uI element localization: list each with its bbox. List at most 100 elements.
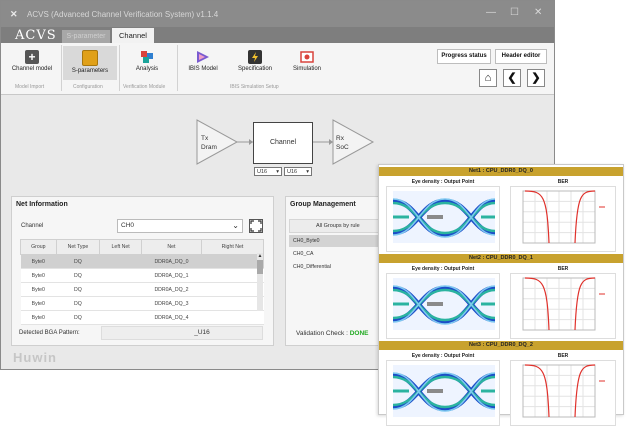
right-port-select[interactable]: U16 ▾	[284, 167, 312, 176]
column-header-net-type[interactable]: Net Type	[55, 239, 101, 255]
cell-group: Byte0	[20, 296, 57, 311]
ber-plot	[510, 186, 616, 252]
cell-right-net	[201, 310, 264, 325]
net-result-header: Net2 : CPU_DDR0_DQ_1	[379, 254, 623, 263]
plus-icon: +	[25, 50, 39, 64]
ber-graphic	[522, 277, 605, 331]
cell-group: Byte0	[20, 254, 57, 269]
table-row[interactable]: Byte0 DQ DDR0A_DQ_4	[20, 310, 264, 325]
ber-curve-left	[524, 277, 550, 331]
column-header-left-net[interactable]: Left Net	[99, 239, 142, 255]
channel-select[interactable]: CH0 ⌄	[117, 219, 243, 233]
eye-mask	[427, 389, 443, 393]
table-scrollbar[interactable]: ▲	[257, 253, 263, 311]
channel-block[interactable]: Channel	[253, 122, 313, 164]
home-icon: ⌂	[484, 72, 492, 84]
scrollbar-thumb[interactable]	[257, 260, 263, 274]
group-item-ca[interactable]: CH0_CA	[289, 248, 381, 260]
brand-name: ACVS	[15, 28, 57, 43]
watermark-logo: Huwin	[13, 350, 57, 365]
specification-label: Specification	[237, 66, 273, 72]
cell-left-net	[99, 268, 142, 283]
home-button[interactable]: ⌂	[479, 69, 497, 87]
cell-group: Byte0	[20, 282, 57, 297]
cell-left-net	[99, 310, 142, 325]
specification-button[interactable]: Specification	[229, 46, 281, 80]
eye-density-graphic	[392, 365, 496, 417]
group-list-header: All Groups by rule	[289, 219, 385, 233]
group-configuration: Configuration	[73, 84, 103, 90]
channel-model-button[interactable]: + Channel model	[7, 46, 57, 80]
ber-title: BER	[557, 266, 569, 272]
chevron-down-icon: ▾	[306, 169, 309, 175]
cell-net: DDR0A_DQ_4	[141, 310, 202, 325]
cell-net: DDR0A_DQ_3	[141, 296, 202, 311]
cell-left-net	[99, 282, 142, 297]
tab-s-parameter[interactable]: S-parameter	[62, 30, 110, 43]
cell-net-type: DQ	[56, 310, 100, 325]
cell-net: DDR0A_DQ_1	[141, 268, 202, 283]
s-parameters-button[interactable]: S-parameters	[63, 46, 117, 80]
analysis-label: Analysis	[135, 66, 159, 72]
s-parameters-label: S-parameters	[71, 68, 109, 74]
eye-mask	[427, 215, 443, 219]
back-button[interactable]: ❮	[503, 69, 521, 87]
left-port-value: U16	[257, 169, 268, 175]
column-header-net[interactable]: Net	[140, 239, 202, 255]
cell-net-type: DQ	[56, 254, 100, 269]
ber-curve-right	[574, 277, 596, 331]
cell-net-type: DQ	[56, 268, 100, 283]
ber-curve-left	[524, 364, 550, 418]
ibis-model-label: IBIS Model	[188, 66, 218, 72]
divider	[61, 45, 62, 91]
ber-curve-right	[574, 190, 596, 244]
window-title: ACVS (Advanced Channel Verification Syst…	[27, 10, 219, 19]
divider	[119, 45, 120, 91]
table-row[interactable]: Byte0 DQ DDR0A_DQ_0	[20, 254, 264, 269]
table-row[interactable]: Byte0 DQ DDR0A_DQ_3	[20, 296, 264, 311]
group-item-byte0[interactable]: CH0_Byte0	[289, 235, 381, 247]
eye-diagram-plot	[386, 186, 500, 252]
analysis-icon	[140, 50, 154, 64]
ber-plot	[510, 360, 616, 426]
table-row[interactable]: Byte0 DQ DDR0A_DQ_1	[20, 268, 264, 283]
cell-right-net	[201, 296, 264, 311]
progress-status-button[interactable]: Progress status	[437, 49, 491, 64]
sparam-icon	[82, 50, 98, 66]
table-row[interactable]: Byte0 DQ DDR0A_DQ_2	[20, 282, 264, 297]
group-verification-module: Verification Module	[123, 84, 166, 90]
column-header-group[interactable]: Group	[20, 239, 57, 255]
cell-right-net	[201, 282, 264, 297]
validation-label: Validation Check :	[296, 330, 348, 337]
cell-group: Byte0	[20, 310, 57, 325]
chevron-down-icon: ▾	[276, 169, 279, 175]
cell-group: Byte0	[20, 268, 57, 283]
scroll-up-icon[interactable]: ▲	[257, 253, 263, 259]
simulation-button[interactable]: Simulation	[282, 46, 332, 80]
forward-button[interactable]: ❯	[527, 69, 545, 87]
header-editor-button[interactable]: Header editor	[495, 49, 547, 64]
close-button[interactable]: ✕	[534, 7, 542, 18]
expand-button[interactable]	[249, 219, 263, 233]
tab-channel[interactable]: Channel	[112, 28, 154, 43]
minimize-button[interactable]: —	[486, 7, 496, 18]
column-header-right-net[interactable]: Right Net	[200, 239, 265, 255]
left-port-select[interactable]: U16 ▾	[254, 167, 282, 176]
analysis-button[interactable]: Analysis	[122, 46, 172, 80]
eye-density-title: Eye density : Output Point	[411, 353, 475, 359]
ibis-icon	[196, 50, 210, 64]
rx-label: Rx SoC	[336, 135, 349, 151]
eye-density-title: Eye density : Output Point	[411, 179, 475, 185]
cell-right-net	[201, 254, 264, 269]
group-item-differential[interactable]: CH0_Differential	[289, 261, 381, 273]
simulation-icon	[300, 50, 314, 64]
maximize-button[interactable]: ☐	[510, 7, 519, 18]
expand-icon	[250, 220, 262, 232]
ibis-model-button[interactable]: IBIS Model	[178, 46, 228, 80]
channel-model-label: Channel model	[11, 66, 53, 72]
ber-title: BER	[557, 179, 569, 185]
validation-check: Validation Check : DONE	[296, 330, 369, 337]
spec-icon	[248, 50, 262, 64]
group-management-title: Group Management	[290, 201, 356, 208]
ber-title: BER	[557, 353, 569, 359]
